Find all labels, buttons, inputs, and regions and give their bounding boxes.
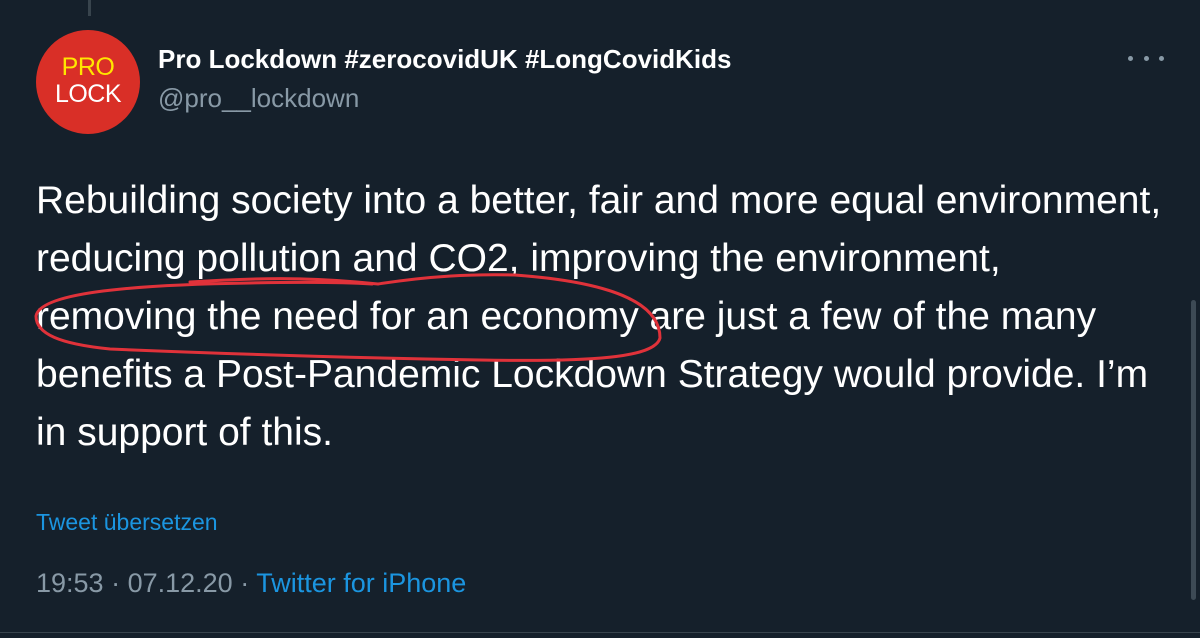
- more-dot: [1143, 55, 1149, 61]
- tweet-time[interactable]: 19:53: [36, 568, 104, 598]
- tweet-text-line: Rebuilding society into a better, fair a…: [36, 179, 1162, 222]
- tweet-text-line: removing the need for an economy are jus…: [36, 295, 1097, 338]
- translate-tweet-link[interactable]: Tweet übersetzen: [36, 509, 218, 536]
- tweet-date[interactable]: 07.12.20: [128, 568, 233, 598]
- avatar-logo-bottom: LOCK: [54, 80, 122, 108]
- tweet-text-line: reducing pollution and CO2, improving th…: [36, 237, 1001, 280]
- tweet-meta: 19:53 · 07.12.20 · Twitter for iPhone: [36, 568, 466, 599]
- display-name[interactable]: Pro Lockdown #zerocovidUK #LongCovidKids: [158, 44, 732, 75]
- more-dot: [1128, 55, 1133, 61]
- more-dot: [1159, 55, 1164, 61]
- meta-separator: ·: [103, 568, 128, 598]
- tweet-source-link[interactable]: Twitter for iPhone: [256, 568, 466, 598]
- thread-connector-line: [88, 0, 91, 16]
- scrollbar[interactable]: [1191, 300, 1196, 600]
- tweet-text-line: benefits a Post-Pandemic Lockdown Strate…: [36, 353, 1149, 396]
- meta-separator: ·: [232, 568, 257, 598]
- avatar[interactable]: PRO LOCK: [36, 30, 140, 134]
- avatar-logo-top: PRO: [61, 53, 115, 81]
- tweet-text-line: in support of this.: [36, 411, 333, 454]
- user-handle[interactable]: @pro__lockdown: [158, 83, 359, 114]
- more-options-icon[interactable]: [1128, 48, 1164, 68]
- divider: [0, 632, 1200, 633]
- tweet-text: Rebuilding society into a better, fair a…: [36, 172, 1171, 462]
